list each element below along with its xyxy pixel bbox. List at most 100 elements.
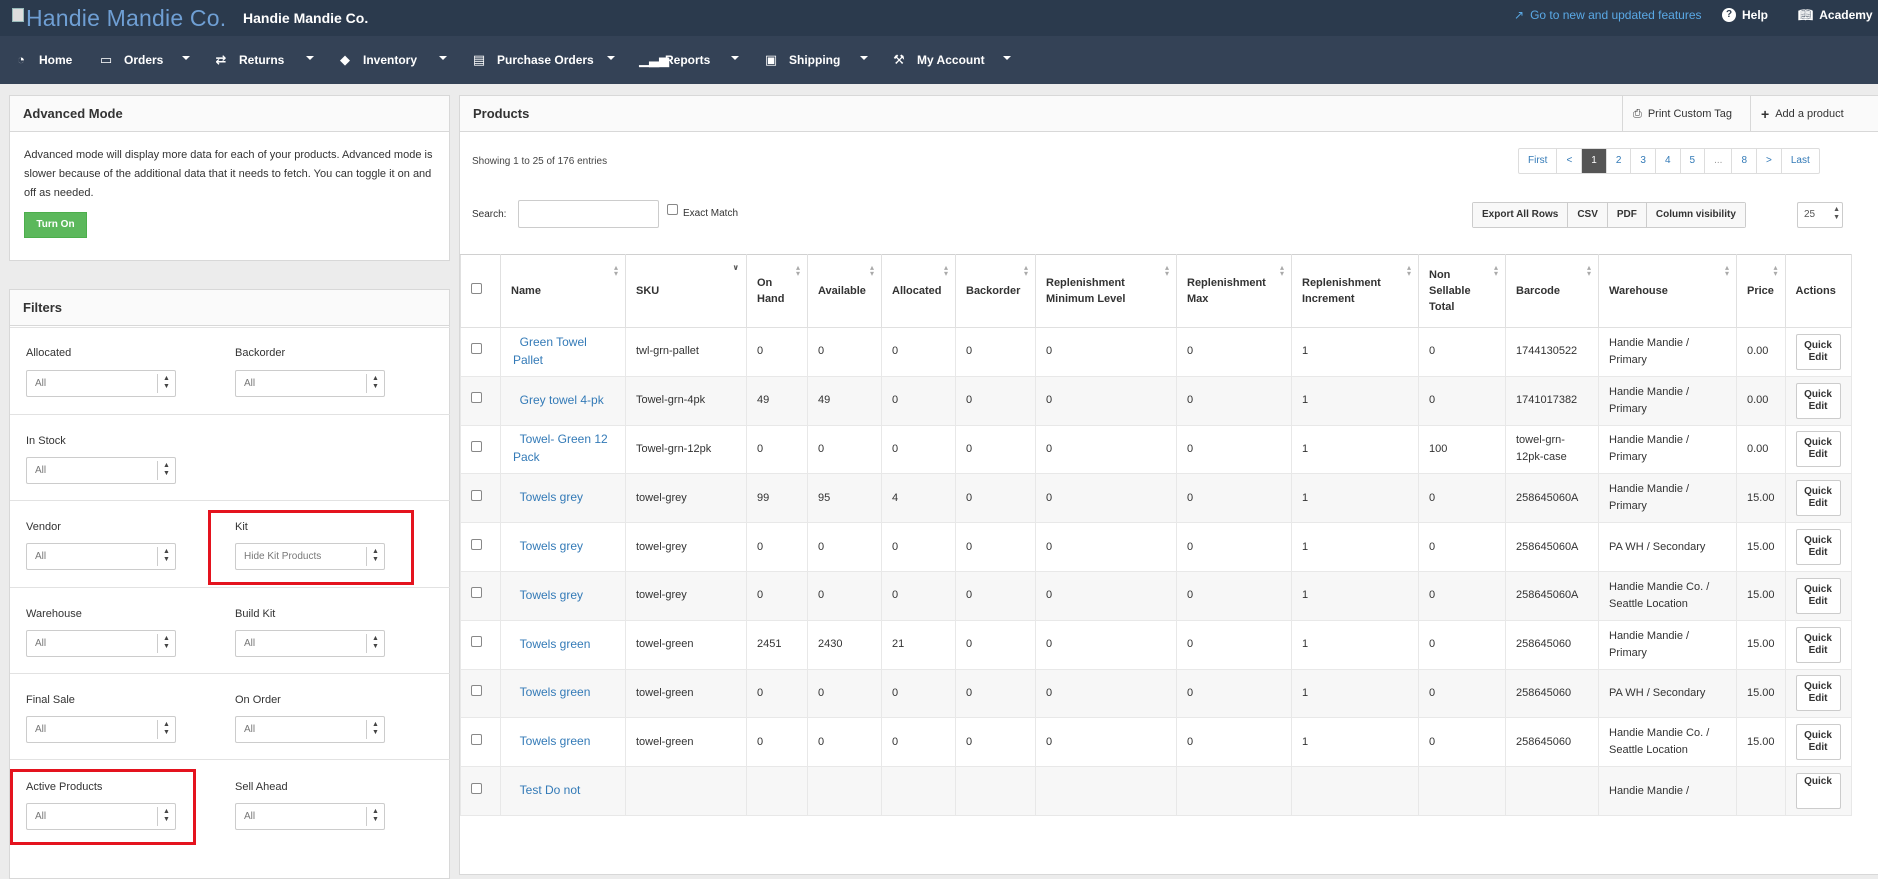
- select-all-checkbox[interactable]: [471, 283, 482, 294]
- product-link[interactable]: Towels grey: [513, 588, 583, 602]
- vendor-select[interactable]: All ▲ ▼: [26, 543, 176, 570]
- csv-button[interactable]: CSV: [1567, 203, 1607, 227]
- on-order-select[interactable]: All ▲ ▼: [235, 716, 385, 743]
- page-prev[interactable]: <: [1556, 149, 1581, 173]
- nav-reports[interactable]: ▁▃▅ Reports: [639, 52, 710, 68]
- search-input[interactable]: [518, 200, 659, 228]
- in-stock-select[interactable]: All ▲ ▼: [26, 457, 176, 484]
- exact-match-toggle[interactable]: Exact Match: [667, 204, 738, 219]
- add-product-button[interactable]: + Add a product: [1750, 96, 1854, 132]
- page-2[interactable]: 2: [1605, 149, 1631, 173]
- nav-my-account[interactable]: ⚒ My Account: [891, 52, 984, 68]
- row-checkbox[interactable]: [471, 489, 482, 501]
- product-link[interactable]: Towels green: [513, 734, 591, 748]
- final-sale-select[interactable]: All ▲ ▼: [26, 716, 176, 743]
- row-select-cell: [460, 570, 501, 621]
- product-link[interactable]: Grey towel 4-pk: [513, 393, 604, 407]
- nav-shipping[interactable]: ▣ Shipping: [763, 52, 840, 68]
- warehouse-select[interactable]: All ▲ ▼: [26, 630, 176, 657]
- quick-edit-button[interactable]: Quick Edit: [1795, 333, 1841, 370]
- page-5[interactable]: 5: [1679, 149, 1705, 173]
- page-next[interactable]: >: [1756, 149, 1781, 173]
- chevron-down-icon[interactable]: [607, 56, 615, 60]
- nav-home[interactable]: ◔ Home: [13, 52, 72, 67]
- row-checkbox[interactable]: [471, 343, 482, 355]
- pdf-button[interactable]: PDF: [1606, 203, 1646, 227]
- backorder-select[interactable]: All ▲ ▼: [235, 370, 385, 397]
- product-link[interactable]: Test Do not: [513, 783, 581, 797]
- cell-sku: towel-green: [625, 619, 747, 670]
- product-link[interactable]: Towel- Green 12 Pack: [513, 432, 608, 464]
- nav-purchase-orders[interactable]: ▤ Purchase Orders: [471, 52, 594, 68]
- page-8[interactable]: 8: [1731, 149, 1756, 173]
- column-header-barcode[interactable]: Barcode ▴ ▾: [1505, 254, 1599, 328]
- quick-edit-button[interactable]: Quick Edit: [1795, 626, 1841, 663]
- row-checkbox[interactable]: [471, 587, 482, 599]
- page-1[interactable]: 1: [1581, 149, 1606, 173]
- column-header-available[interactable]: Available ▴ ▾: [807, 254, 882, 328]
- row-checkbox[interactable]: [471, 636, 482, 648]
- nav-orders[interactable]: ▭ Orders: [98, 52, 164, 68]
- column-visibility-button[interactable]: Column visibility: [1645, 203, 1745, 227]
- column-header-non-sellable[interactable]: Non Sellable Total ▴ ▾: [1418, 254, 1506, 328]
- page-ellipsis: ...: [1704, 149, 1731, 173]
- quick-edit-button[interactable]: Quick: [1795, 773, 1841, 810]
- chevron-down-icon[interactable]: [182, 56, 190, 60]
- product-link[interactable]: Green Towel Pallet: [513, 335, 587, 367]
- column-header-allocated[interactable]: Allocated ▴ ▾: [881, 254, 956, 328]
- quick-edit-button[interactable]: Quick Edit: [1795, 675, 1841, 712]
- quick-edit-button[interactable]: Quick Edit: [1795, 529, 1841, 566]
- cell-barcode: 258645060: [1505, 619, 1599, 670]
- quick-edit-button[interactable]: Quick Edit: [1795, 431, 1841, 468]
- help-link[interactable]: ? Help: [1722, 8, 1768, 22]
- chevron-down-icon[interactable]: [1003, 56, 1011, 60]
- chevron-down-icon[interactable]: [860, 56, 868, 60]
- page-last[interactable]: Last: [1780, 149, 1819, 173]
- page-first[interactable]: First: [1519, 149, 1556, 173]
- row-checkbox[interactable]: [471, 538, 482, 550]
- chevron-down-icon[interactable]: [306, 56, 314, 60]
- cell-available: 0: [807, 327, 882, 377]
- row-checkbox[interactable]: [471, 392, 482, 404]
- turn-on-button[interactable]: Turn On: [24, 212, 87, 238]
- column-header-price[interactable]: Price ▴ ▾: [1736, 254, 1786, 328]
- allocated-select[interactable]: All ▲ ▼: [26, 370, 176, 397]
- column-header-replenishment-max[interactable]: Replenishment Max ▴ ▾: [1176, 254, 1292, 328]
- column-header-sku[interactable]: SKU ∨: [625, 254, 747, 328]
- column-header-replenishment-increment[interactable]: Replenishment Increment ▴ ▾: [1291, 254, 1419, 328]
- product-link[interactable]: Towels grey: [513, 490, 583, 504]
- product-link[interactable]: Towels green: [513, 637, 591, 651]
- product-link[interactable]: Towels grey: [513, 539, 583, 553]
- row-checkbox[interactable]: [471, 782, 482, 794]
- quick-edit-button[interactable]: Quick Edit: [1795, 480, 1841, 517]
- quick-edit-button[interactable]: Quick Edit: [1795, 577, 1841, 614]
- page-4[interactable]: 4: [1654, 149, 1680, 173]
- row-checkbox[interactable]: [471, 733, 482, 745]
- nav-inventory[interactable]: ◆ Inventory: [337, 52, 417, 68]
- column-header-warehouse[interactable]: Warehouse ▴ ▾: [1598, 254, 1737, 328]
- row-checkbox[interactable]: [471, 684, 482, 696]
- export-all-rows-button[interactable]: Export All Rows: [1473, 203, 1568, 227]
- page-size-select[interactable]: 25 ▲ ▼: [1797, 202, 1843, 228]
- row-checkbox[interactable]: [471, 440, 482, 452]
- quick-edit-button[interactable]: Quick Edit: [1795, 382, 1841, 419]
- build-kit-select[interactable]: All ▲ ▼: [235, 630, 385, 657]
- company-logo[interactable]: Handie Mandie Co.: [12, 5, 226, 32]
- company-name: Handie Mandie Co.: [243, 10, 369, 26]
- nav-returns[interactable]: ⇄ Returns: [213, 52, 285, 68]
- chevron-down-icon[interactable]: [731, 56, 739, 60]
- page-3[interactable]: 3: [1630, 149, 1655, 173]
- sort-arrows-icon: ▲ ▼: [366, 374, 384, 393]
- print-custom-tag-button[interactable]: ⎙ Print Custom Tag: [1622, 96, 1742, 132]
- column-header-on-hand[interactable]: On Hand ▴ ▾: [746, 254, 808, 328]
- column-header-backorder[interactable]: Backorder ▴ ▾: [955, 254, 1036, 328]
- exact-match-checkbox[interactable]: [667, 204, 678, 215]
- chevron-down-icon[interactable]: [439, 56, 447, 60]
- academy-link[interactable]: 📖︎ Academy: [1798, 8, 1873, 22]
- new-features-link[interactable]: ↗ Go to new and updated features: [1514, 8, 1702, 22]
- sell-ahead-select[interactable]: All ▲ ▼: [235, 803, 385, 830]
- product-link[interactable]: Towels green: [513, 685, 591, 699]
- column-header-name[interactable]: Name ▴ ▾: [500, 254, 626, 328]
- column-header-replenishment-min[interactable]: Replenishment Minimum Level ▴ ▾: [1035, 254, 1177, 328]
- quick-edit-button[interactable]: Quick Edit: [1795, 724, 1841, 761]
